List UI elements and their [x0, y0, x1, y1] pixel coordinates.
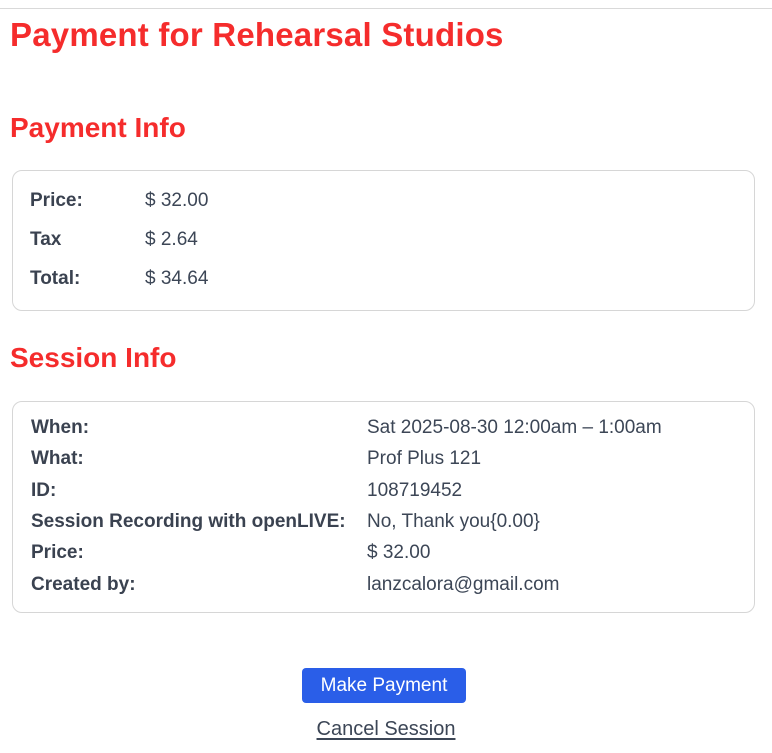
session-what-label: What:	[31, 448, 84, 469]
session-when-value: Sat 2025-08-30 12:00am – 1:00am	[367, 417, 662, 438]
payment-price-label: Price:	[30, 190, 83, 211]
session-price-label: Price:	[31, 542, 84, 563]
page-title: Payment for Rehearsal Studios	[10, 16, 504, 53]
make-payment-button[interactable]: Make Payment	[302, 668, 466, 703]
session-id-label: ID:	[31, 480, 57, 501]
payment-tax-label: Tax	[30, 229, 62, 250]
payment-price-value: $ 32.00	[145, 190, 209, 211]
session-recording-label: Session Recording with openLIVE:	[31, 511, 346, 532]
session-info-heading: Session Info	[10, 342, 177, 373]
cancel-session-link[interactable]: Cancel Session	[317, 718, 456, 740]
session-when-label: When:	[31, 417, 90, 438]
session-info-card: When: Sat 2025-08-30 12:00am – 1:00am Wh…	[12, 401, 755, 613]
payment-page: Payment for Rehearsal Studios Payment In…	[0, 0, 772, 753]
payment-tax-value: $ 2.64	[145, 229, 198, 250]
session-created-by-value: lanzcalora@gmail.com	[367, 574, 560, 595]
session-price-value: $ 32.00	[367, 542, 431, 563]
session-what-value: Prof Plus 121	[367, 448, 482, 469]
payment-info-card: Price: $ 32.00 Tax $ 2.64 Total: $ 34.64	[12, 170, 755, 311]
payment-total-label: Total:	[30, 268, 81, 289]
payment-total-value: $ 34.64	[145, 268, 209, 289]
payment-info-heading: Payment Info	[10, 112, 186, 143]
session-id-value: 108719452	[367, 480, 463, 501]
cancel-session-container: Cancel Session	[0, 718, 772, 741]
top-divider	[0, 8, 772, 9]
session-created-by-label: Created by:	[31, 574, 136, 595]
session-recording-value: No, Thank you{0.00}	[367, 511, 540, 532]
